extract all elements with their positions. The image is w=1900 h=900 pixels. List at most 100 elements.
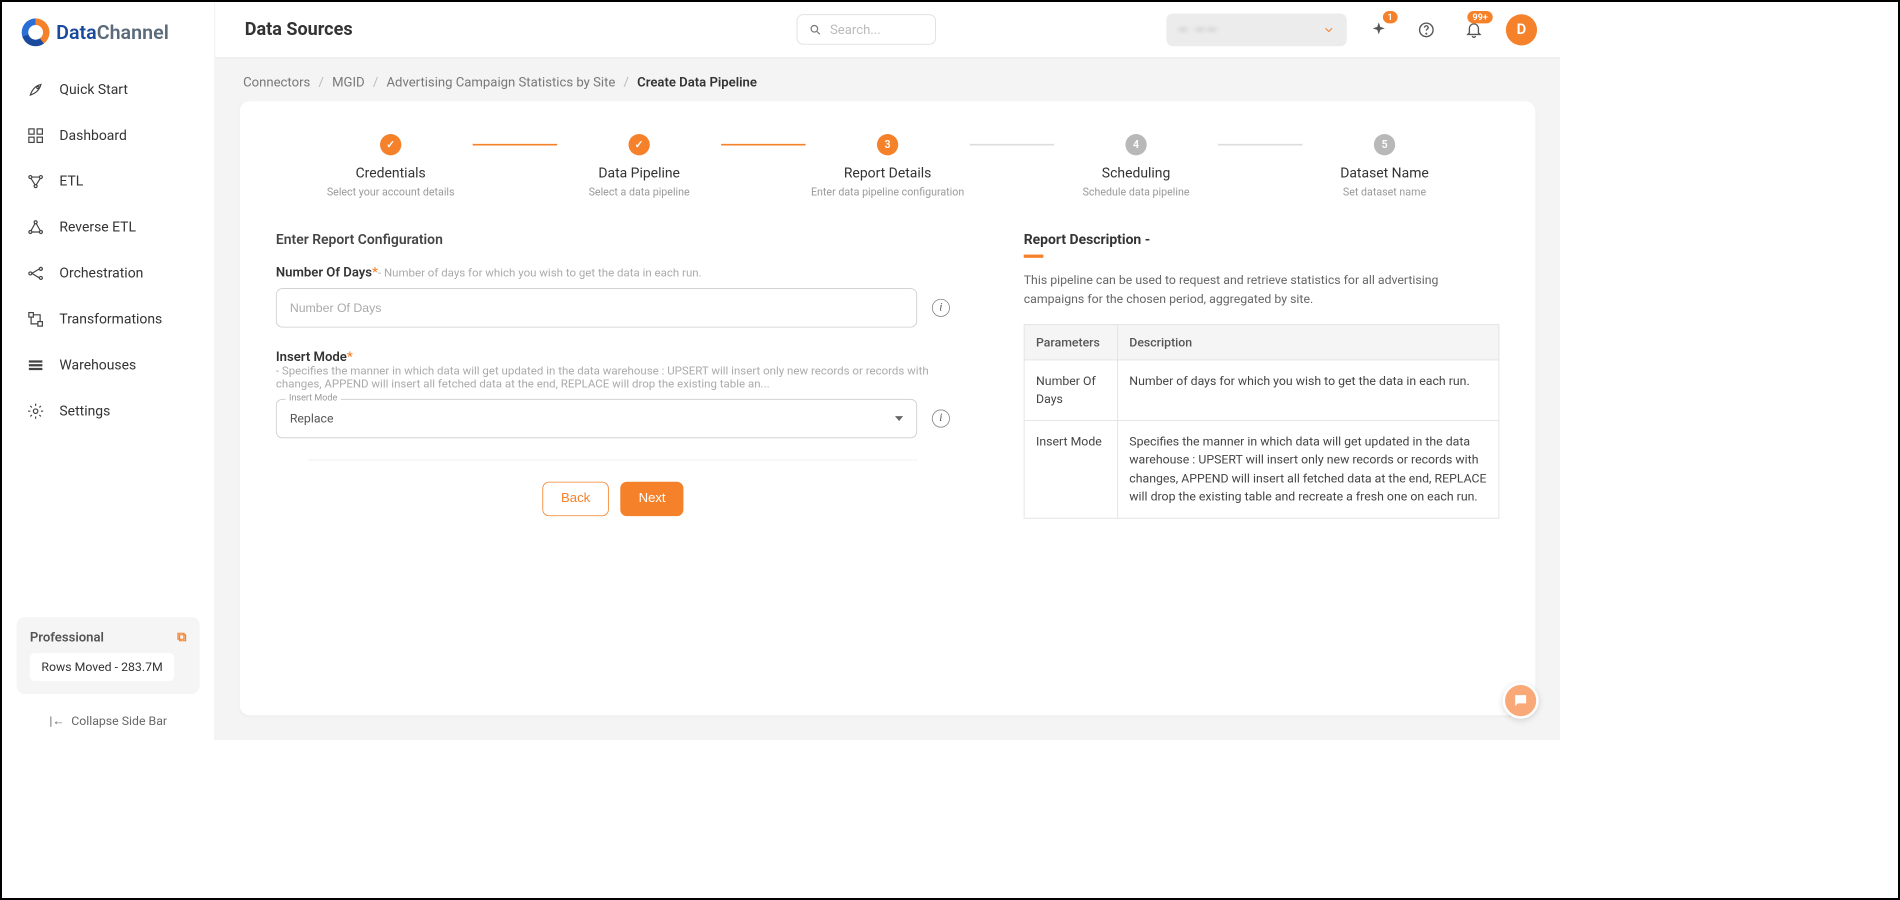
notifications-badge: 99+ — [1468, 11, 1493, 23]
step-title: Report Details — [844, 165, 932, 181]
sparkle-button[interactable]: 1 — [1363, 14, 1394, 45]
chat-icon — [1512, 692, 1528, 708]
sidebar-item-label: ETL — [59, 173, 83, 189]
collapse-icon: |← — [49, 714, 64, 729]
account-dropdown[interactable]: — —— — [1166, 13, 1346, 46]
step-dot-done-icon — [628, 134, 649, 155]
step-dot-todo-icon: 5 — [1374, 134, 1395, 155]
insert-float-label: Insert Mode — [286, 392, 341, 403]
avatar[interactable]: D — [1506, 14, 1537, 45]
sidebar-item-label: Quick Start — [59, 82, 128, 98]
notifications-button[interactable]: 99+ — [1458, 14, 1489, 45]
cell-desc: Number of days for which you wish to get… — [1117, 360, 1498, 421]
step-bar — [721, 144, 805, 146]
accent-bar — [1024, 255, 1044, 258]
step-bar — [970, 144, 1054, 146]
chat-fab[interactable] — [1503, 683, 1539, 719]
back-label: Back — [561, 492, 590, 507]
sidebar-item-quickstart[interactable]: Quick Start — [15, 69, 201, 110]
grid-icon — [27, 127, 45, 145]
help-icon — [1417, 20, 1435, 38]
step-bar — [473, 144, 557, 146]
step-title: Scheduling — [1102, 165, 1170, 181]
step-sub: Enter data pipeline configuration — [811, 187, 964, 199]
sidebar-item-etl[interactable]: ETL — [15, 161, 201, 202]
external-link-icon[interactable]: ⧉ — [177, 628, 186, 644]
step-dot-current-icon: 3 — [877, 134, 898, 155]
sparkle-badge: 1 — [1383, 11, 1398, 23]
step-dot-todo-icon: 4 — [1125, 134, 1146, 155]
sidebar-item-label: Warehouses — [59, 357, 136, 373]
params-table: Parameters Description Number Of DaysNum… — [1024, 324, 1500, 518]
step-sub: Select your account details — [327, 187, 455, 199]
step-report-details: 3 Report Details Enter data pipeline confi… — [806, 134, 970, 199]
insert-hint: - Specifies the manner in which data wil… — [276, 364, 950, 390]
chevron-down-icon — [1322, 23, 1335, 36]
sidebar-item-label: Dashboard — [59, 127, 126, 143]
crumb-current: Create Data Pipeline — [637, 74, 757, 90]
step-title: Credentials — [356, 165, 426, 181]
number-of-days-input[interactable] — [276, 288, 917, 327]
bell-icon — [1465, 20, 1483, 38]
search-placeholder: Search... — [830, 22, 881, 38]
days-hint: - Number of days for which you wish to g… — [378, 267, 702, 280]
table-row: Insert ModeSpecifies the manner in which… — [1024, 420, 1499, 518]
back-button[interactable]: Back — [542, 482, 609, 516]
sidebar-item-dashboard[interactable]: Dashboard — [15, 115, 201, 156]
cell-param: Insert Mode — [1024, 420, 1117, 518]
step-sub: Set dataset name — [1343, 187, 1426, 199]
sparkle-icon — [1370, 20, 1388, 38]
step-sub: Select a data pipeline — [589, 187, 690, 199]
info-icon[interactable]: i — [932, 299, 950, 317]
sidebar-item-orchestration[interactable]: Orchestration — [15, 253, 201, 294]
brand-part2: Channel — [97, 21, 169, 44]
days-label: Number Of Days*- Number of days for whic… — [276, 264, 950, 280]
crumb-connectors[interactable]: Connectors — [243, 74, 310, 90]
step-title: Dataset Name — [1340, 165, 1429, 181]
sidebar-item-warehouses[interactable]: Warehouses — [15, 345, 201, 386]
sidebar-item-label: Transformations — [59, 311, 162, 327]
help-button[interactable] — [1411, 14, 1442, 45]
flow-icon — [27, 173, 45, 191]
collapse-sidebar-button[interactable]: |← Collapse Side Bar — [2, 702, 214, 732]
sidebar-item-label: Settings — [59, 403, 110, 419]
storage-icon — [27, 356, 45, 374]
breadcrumb: Connectors/ MGID/ Advertising Campaign S… — [215, 58, 1560, 101]
search-input[interactable]: Search... — [796, 14, 935, 44]
description-heading: Report Description - — [1024, 232, 1500, 248]
cell-param: Number Of Days — [1024, 360, 1117, 421]
step-title: Data Pipeline — [598, 165, 680, 181]
avatar-initial: D — [1517, 21, 1527, 38]
section-heading: Enter Report Configuration — [276, 232, 950, 248]
content-panel: Credentials Select your account details D… — [240, 101, 1536, 715]
search-icon — [809, 23, 822, 36]
divider — [309, 460, 917, 461]
brand-part1: Data — [56, 21, 97, 44]
next-label: Next — [639, 492, 666, 507]
transformations-icon — [27, 310, 45, 328]
logo-mark-icon — [22, 18, 50, 46]
stepper: Credentials Select your account details D… — [309, 134, 1467, 199]
next-button[interactable]: Next — [621, 482, 684, 516]
topbar: Data Sources Search... — —— 1 99+ D — [215, 2, 1560, 58]
gear-icon — [27, 402, 45, 420]
cell-desc: Specifies the manner in which data will … — [1117, 420, 1498, 518]
logo: DataChannel — [2, 18, 214, 69]
crumb-mgid[interactable]: MGID — [332, 74, 365, 90]
step-bar — [1218, 144, 1302, 146]
th-description: Description — [1117, 324, 1498, 359]
info-icon[interactable]: i — [932, 410, 950, 428]
crumb-report[interactable]: Advertising Campaign Statistics by Site — [386, 74, 615, 90]
caret-down-icon — [895, 416, 903, 421]
plan-name: Professional — [30, 629, 104, 645]
table-row: Number Of DaysNumber of days for which y… — [1024, 360, 1499, 421]
insert-mode-select[interactable]: Replace — [276, 399, 917, 438]
collapse-label: Collapse Side Bar — [71, 714, 167, 729]
sidebar-nav: Quick Start Dashboard ETL Reverse ETL Or… — [2, 69, 214, 431]
sidebar-item-reverse-etl[interactable]: Reverse ETL — [15, 207, 201, 248]
rocket-icon — [27, 81, 45, 99]
th-parameters: Parameters — [1024, 324, 1117, 359]
sidebar-item-settings[interactable]: Settings — [15, 391, 201, 432]
sidebar: DataChannel Quick Start Dashboard ETL Re… — [2, 2, 215, 740]
sidebar-item-transformations[interactable]: Transformations — [15, 299, 201, 340]
